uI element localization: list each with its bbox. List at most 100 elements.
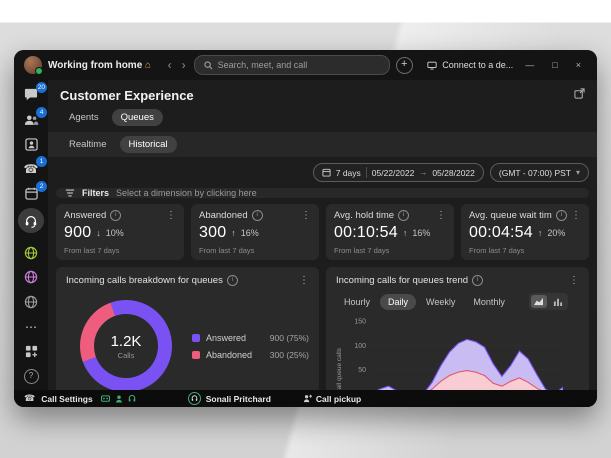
sidebar-item-web-app-gray[interactable] bbox=[19, 292, 43, 312]
sidebar-item-more[interactable]: ⋯ bbox=[19, 317, 43, 337]
call-pickup-icon bbox=[303, 394, 312, 403]
status-title[interactable]: Working from home ⌂ bbox=[48, 60, 151, 71]
sidebar-item-calling[interactable]: ☎ 1 bbox=[19, 159, 43, 179]
kebab-menu-icon[interactable]: ⋮ bbox=[571, 210, 581, 221]
trend-up-icon: ↑ bbox=[538, 228, 543, 238]
call-settings-icon: ☎ bbox=[24, 393, 35, 404]
notification-badge: 4 bbox=[36, 107, 47, 118]
call-pickup-button[interactable]: Call pickup bbox=[303, 394, 361, 404]
home-icon: ⌂ bbox=[145, 60, 151, 71]
tab-agents[interactable]: Agents bbox=[60, 109, 108, 126]
agent-status-button[interactable]: Sonali Pritchard bbox=[188, 392, 271, 405]
trend-up-icon: ↑ bbox=[231, 228, 236, 238]
kpi-card-answered: Answeredi⋮ 900↓10% From last 7 days bbox=[56, 204, 184, 260]
filters-bar[interactable]: Filters Select a dimension by clicking h… bbox=[56, 188, 589, 198]
kebab-menu-icon[interactable]: ⋮ bbox=[301, 210, 311, 221]
donut-ring[interactable]: 1.2K Calls bbox=[80, 300, 172, 390]
trend-up-icon: ↑ bbox=[403, 228, 408, 238]
sidebar-item-web-app-purple[interactable] bbox=[19, 268, 43, 288]
tab-weekly[interactable]: Weekly bbox=[418, 294, 463, 310]
main-content: Customer Experience Agents Queues Realti… bbox=[48, 80, 597, 390]
tab-daily[interactable]: Daily bbox=[380, 294, 416, 310]
title-bar: Working from home ⌂ ‹ › Search, meet, an… bbox=[14, 50, 597, 80]
bar-chart-icon bbox=[553, 297, 563, 306]
user-avatar[interactable] bbox=[24, 56, 42, 74]
info-icon[interactable]: i bbox=[110, 210, 121, 221]
minimize-button[interactable]: — bbox=[519, 60, 540, 70]
tab-queues[interactable]: Queues bbox=[112, 109, 163, 126]
chevron-down-icon: ▾ bbox=[576, 168, 580, 177]
presence-icon[interactable] bbox=[115, 395, 123, 403]
filters-hint: Select a dimension by clicking here bbox=[116, 188, 257, 198]
charts-row: Incoming calls breakdown for queues i ⋮ … bbox=[56, 267, 589, 390]
svg-text:50: 50 bbox=[358, 367, 366, 374]
info-icon[interactable]: i bbox=[398, 210, 409, 221]
legend-item-answered[interactable]: Answered 900 (75%) bbox=[192, 333, 309, 343]
connect-to-device-button[interactable]: Connect to a de... bbox=[427, 60, 513, 70]
tab-historical[interactable]: Historical bbox=[120, 136, 177, 153]
device-icon bbox=[427, 61, 437, 70]
donut-unit: Calls bbox=[118, 351, 135, 360]
contact-card-icon bbox=[25, 138, 38, 151]
add-button[interactable]: + bbox=[396, 57, 413, 74]
kpi-value: 900 bbox=[64, 224, 91, 242]
presence-dot bbox=[35, 67, 43, 75]
card-title: Incoming calls for queues trend bbox=[336, 275, 468, 286]
kebab-menu-icon[interactable]: ⋮ bbox=[569, 275, 579, 286]
breakdown-chart-card: Incoming calls breakdown for queues i ⋮ … bbox=[56, 267, 319, 390]
sidebar-item-web-app-green[interactable] bbox=[19, 243, 43, 263]
globe-green-icon bbox=[24, 246, 38, 260]
maximize-button[interactable]: □ bbox=[546, 60, 563, 70]
sidebar-item-apps[interactable] bbox=[19, 342, 43, 362]
info-icon[interactable]: i bbox=[472, 275, 483, 286]
date-controls: 7 days 05/22/2022 → 05/28/2022 (GMT - 07… bbox=[48, 157, 597, 182]
nav-back-button[interactable]: ‹ bbox=[166, 59, 174, 71]
donut-total: 1.2K bbox=[111, 333, 142, 350]
sidebar-item-help[interactable]: ? bbox=[19, 366, 43, 386]
calendar-small-icon bbox=[322, 168, 331, 177]
kpi-footnote: From last 7 days bbox=[469, 246, 581, 255]
svg-text:150: 150 bbox=[354, 318, 366, 325]
kpi-value: 00:04:54 bbox=[469, 224, 533, 242]
search-icon bbox=[204, 61, 213, 70]
legend-label: Answered bbox=[206, 333, 246, 343]
sidebar-item-teams[interactable]: 4 bbox=[19, 110, 43, 130]
sidebar-item-contacts[interactable] bbox=[19, 134, 43, 154]
trend-chart-card: Incoming calls for queues trend i ⋮ Hour… bbox=[326, 267, 589, 390]
legend-item-abandoned[interactable]: Abandoned 300 (25%) bbox=[192, 350, 309, 360]
voicemail-icon[interactable] bbox=[101, 395, 110, 403]
timezone-select[interactable]: (GMT - 07:00) PST ▾ bbox=[490, 163, 589, 182]
headset-small-icon[interactable] bbox=[128, 394, 136, 403]
start-date: 05/22/2022 bbox=[372, 168, 415, 178]
nav-forward-button[interactable]: › bbox=[180, 59, 188, 71]
globe-purple-icon bbox=[24, 270, 38, 284]
trend-percent: 16% bbox=[412, 228, 430, 238]
kebab-menu-icon[interactable]: ⋮ bbox=[299, 275, 309, 286]
area-chart-toggle[interactable] bbox=[531, 295, 547, 308]
trend-percent: 16% bbox=[241, 228, 259, 238]
sidebar-item-meetings[interactable]: 2 bbox=[19, 184, 43, 204]
sidebar-item-messaging[interactable]: 20 bbox=[19, 85, 43, 105]
close-button[interactable]: × bbox=[570, 60, 587, 70]
info-icon[interactable]: i bbox=[227, 275, 238, 286]
info-icon[interactable]: i bbox=[252, 210, 263, 221]
date-range-picker[interactable]: 7 days 05/22/2022 → 05/28/2022 bbox=[313, 163, 484, 182]
bar-chart-toggle[interactable] bbox=[550, 295, 566, 308]
legend-swatch bbox=[192, 334, 200, 342]
trend-area-svg[interactable]: 50100150 bbox=[345, 316, 563, 390]
tab-monthly[interactable]: Monthly bbox=[465, 294, 513, 310]
kebab-menu-icon[interactable]: ⋮ bbox=[436, 210, 446, 221]
tab-realtime[interactable]: Realtime bbox=[60, 136, 116, 153]
info-icon[interactable]: i bbox=[556, 210, 567, 221]
legend-value: 900 (75%) bbox=[270, 333, 309, 343]
search-input[interactable]: Search, meet, and call bbox=[194, 55, 390, 75]
trend-down-icon: ↓ bbox=[96, 228, 101, 238]
call-settings-button[interactable]: Call Settings bbox=[41, 394, 92, 404]
legend-value: 300 (25%) bbox=[270, 350, 309, 360]
calendar-icon bbox=[25, 187, 38, 200]
tab-hourly[interactable]: Hourly bbox=[336, 294, 378, 310]
kebab-menu-icon[interactable]: ⋮ bbox=[166, 210, 176, 221]
headset-icon bbox=[24, 214, 38, 228]
sidebar-item-customer-experience[interactable] bbox=[18, 208, 44, 232]
open-in-new-window-icon[interactable] bbox=[574, 88, 585, 99]
